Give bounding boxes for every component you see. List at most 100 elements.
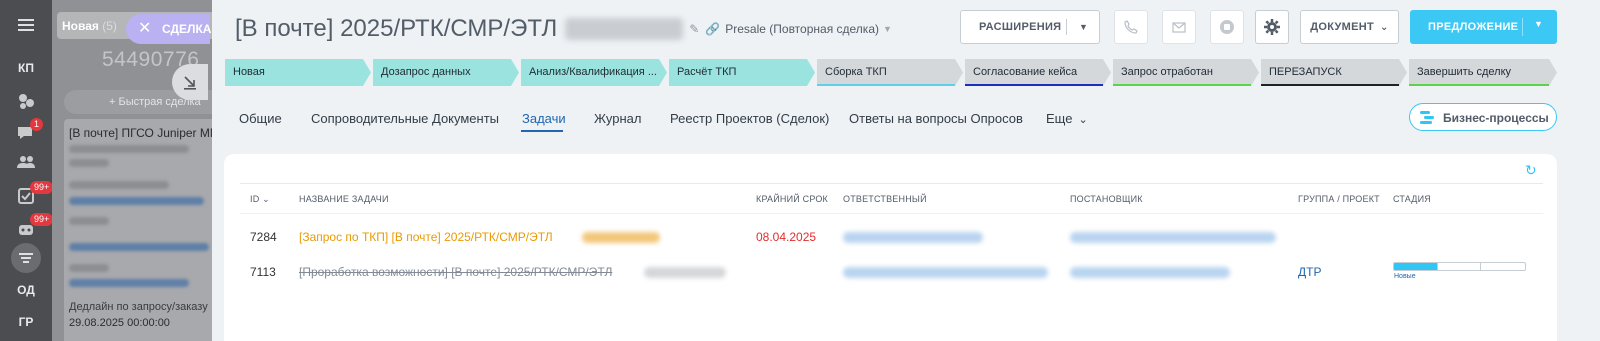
stage-finish[interactable]: Завершить сделку (1409, 59, 1557, 86)
column-header-id[interactable]: ID ⌄ (250, 194, 270, 205)
kanban-card-blurred-text (69, 181, 169, 189)
rail-item-od[interactable]: ОД (0, 283, 52, 297)
refresh-icon[interactable]: ↻ (1525, 162, 1537, 179)
stage-calculation[interactable]: Расчёт ТКП (669, 59, 815, 86)
task-responsible-blurred[interactable] (843, 267, 1048, 278)
deal-detail-panel: [В почте] 2025/РТК/СМР/ЭТЛ ✎ 🔗 Presale (… (212, 0, 1600, 341)
task-creator-blurred[interactable] (1070, 267, 1230, 278)
robot-badge: 99+ (30, 213, 54, 226)
stage-data-request[interactable]: Дозапрос данных (373, 59, 519, 86)
team-icon[interactable] (14, 151, 38, 173)
stage-color-line (817, 84, 955, 86)
phone-icon (1124, 20, 1138, 34)
task-creator-blurred[interactable] (1070, 232, 1276, 243)
task-name-blurred-client (644, 267, 726, 278)
task-id: 7113 (250, 265, 276, 279)
chevron-down-icon[interactable]: ▼ (883, 24, 892, 34)
button-divider (1522, 18, 1523, 36)
stage-color-line (1113, 84, 1251, 86)
kanban-card-deadline-value: 29.08.2025 00:00:00 (69, 317, 170, 329)
gear-icon (1264, 19, 1280, 35)
deal-title: [В почте] 2025/РТК/СМР/ЭТЛ ✎ 🔗 Presale (… (235, 15, 892, 43)
column-header-creator[interactable]: ПОСТАНОВЩИК (1070, 194, 1143, 204)
document-label: ДОКУМЕНТ (1310, 21, 1375, 33)
task-deadline[interactable]: 08.04.2025 (756, 230, 816, 244)
task-id: 7284 (250, 230, 277, 244)
app-sidebar: КП 1 99+ 99+ ОД ГР (0, 0, 54, 341)
sort-icon: ⌄ (262, 194, 270, 204)
kanban-card[interactable]: [В почте] ПГСО Juniper MM Дедлайн по зап… (64, 119, 212, 341)
kanban-card-blurred-text (69, 264, 109, 272)
close-icon[interactable]: ✕ (138, 14, 151, 44)
column-header-group[interactable]: ГРУППА / ПРОЕКТ (1298, 194, 1380, 204)
menu-icon[interactable] (14, 14, 38, 36)
tab-tasks[interactable]: Задачи (522, 111, 566, 126)
proposal-label: ПРЕДЛОЖЕНИЕ (1428, 21, 1519, 33)
chevron-down-icon[interactable]: ▼ (1079, 22, 1088, 32)
filter-icon (19, 253, 33, 263)
task-name-link[interactable]: [Запрос по ТКП] [В почте] 2025/РТК/СМР/Э… (299, 230, 553, 244)
column-header-stage[interactable]: СТАДИЯ (1393, 194, 1431, 204)
puzzle-icon[interactable] (14, 90, 38, 112)
stage-approval[interactable]: Согласование кейса (965, 59, 1111, 86)
task-group-link[interactable]: ДТР (1298, 265, 1321, 279)
pipeline-selector[interactable]: Presale (Повторная сделка) (725, 22, 879, 36)
stage-analysis[interactable]: Анализ/Квалификация ... (521, 59, 667, 86)
kanban-column-title: Новая (5) (62, 19, 117, 33)
call-button[interactable] (1114, 10, 1148, 44)
active-tab-indicator (521, 130, 563, 132)
rail-item-kp[interactable]: КП (0, 61, 52, 75)
button-divider (1066, 19, 1067, 35)
grid-header-divider (240, 213, 1543, 214)
chat-badge: 1 (30, 118, 44, 131)
deal-title-blurred-client (565, 18, 684, 40)
tasks-badge: 99+ (30, 181, 54, 194)
minimize-icon (184, 76, 196, 90)
chevron-down-icon: ⌄ (1078, 114, 1088, 126)
messenger-icon (1220, 20, 1234, 34)
stage-new[interactable]: Новая (225, 59, 371, 86)
business-processes-label: Бизнес-процессы (1443, 111, 1549, 125)
kanban-card-blurred-text (69, 159, 109, 167)
chevron-down-icon: ⌄ (1380, 21, 1389, 33)
tab-projects-registry[interactable]: Реестр Проектов (Сделок) (670, 111, 829, 126)
document-button[interactable]: ДОКУМЕНТ ⌄ (1300, 10, 1399, 44)
messenger-button[interactable] (1210, 10, 1244, 44)
link-icon[interactable]: 🔗 (705, 22, 720, 36)
email-button[interactable] (1162, 10, 1196, 44)
extensions-label: РАСШИРЕНИЯ (979, 21, 1062, 33)
rail-item-gr[interactable]: ГР (0, 315, 52, 329)
proposal-button[interactable]: ПРЕДЛОЖЕНИЕ ▼ (1410, 10, 1557, 44)
settings-button[interactable] (1255, 10, 1289, 44)
chevron-down-icon[interactable]: ▼ (1534, 19, 1543, 29)
extensions-button[interactable]: РАСШИРЕНИЯ ▼ (960, 10, 1100, 44)
tab-survey-answers[interactable]: Ответы на вопросы Опросов (849, 111, 1023, 126)
stage-color-line (1409, 84, 1549, 86)
column-header-name[interactable]: НАЗВАНИЕ ЗАДАЧИ (299, 194, 389, 204)
stage-color-line (965, 84, 1103, 86)
grid-top-divider (240, 183, 1543, 184)
tab-documents[interactable]: Сопроводительные Документы (311, 111, 499, 126)
kanban-card-blurred-link (69, 279, 189, 287)
column-header-deadline[interactable]: КРАЙНИЙ СРОК (756, 194, 828, 204)
filter-circle[interactable] (11, 243, 41, 273)
stage-processed[interactable]: Запрос отработан (1113, 59, 1259, 86)
stage-progress-fill (1394, 263, 1438, 270)
business-processes-button[interactable]: Бизнес-процессы (1409, 103, 1557, 131)
collapse-slider-button[interactable] (172, 64, 208, 100)
task-responsible-blurred[interactable] (843, 232, 983, 243)
deal-tag-label: СДЕЛКА (162, 22, 212, 36)
deal-slider-tag[interactable]: ✕ СДЕЛКА (126, 14, 212, 44)
edit-icon[interactable]: ✎ (689, 22, 699, 36)
stage-restart[interactable]: ПЕРЕЗАПУСК (1261, 59, 1407, 86)
tab-more[interactable]: Еще ⌄ (1046, 111, 1088, 126)
tab-general[interactable]: Общие (239, 111, 282, 126)
task-name-link[interactable]: [Проработка возможности] [В почте] 2025/… (299, 265, 612, 279)
kanban-card-blurred-link (69, 243, 209, 251)
stage-color-line (1261, 84, 1399, 86)
column-header-responsible[interactable]: ОТВЕТСТВЕННЫЙ (843, 194, 927, 204)
tab-journal[interactable]: Журнал (594, 111, 641, 126)
stage-assembly[interactable]: Сборка ТКП (817, 59, 963, 86)
business-process-icon (1420, 111, 1434, 124)
kanban-card-title: [В почте] ПГСО Juniper MM (69, 126, 212, 140)
